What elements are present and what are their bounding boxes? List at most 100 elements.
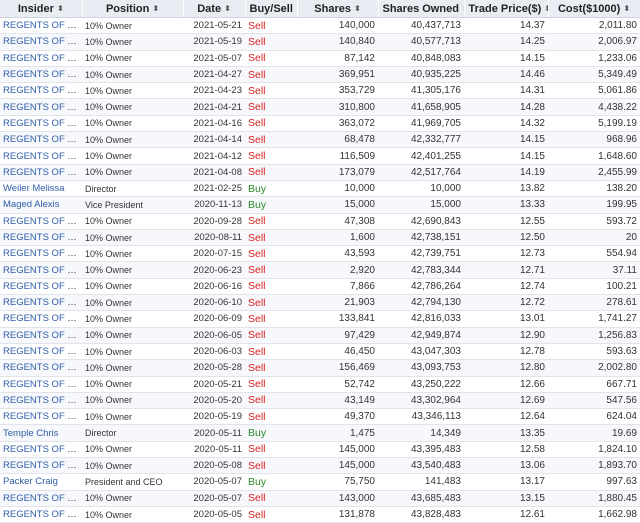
insider-link[interactable]: REGENTS OF THE... xyxy=(3,346,82,357)
table-row: REGENTS OF THE...10% Owner2021-05-21Sell… xyxy=(0,17,640,35)
cell-position: 10% Owner xyxy=(82,327,183,344)
cell-cost: 5,061.86 xyxy=(548,82,640,100)
table-row: REGENTS OF THE...10% Owner2020-06-10Sell… xyxy=(0,294,640,312)
column-header-trade-price[interactable]: Trade Price($)⬍ xyxy=(464,0,549,18)
insider-link[interactable]: REGENTS OF THE... xyxy=(3,85,82,96)
insider-link[interactable]: REGENTS OF THE... xyxy=(3,265,82,276)
cell-date: 2020-06-16 xyxy=(183,278,245,296)
cell-trade-price: 12.55 xyxy=(464,213,548,230)
cell-shares-owned: 40,935,225 xyxy=(378,66,464,84)
insider-link[interactable]: REGENTS OF THE... xyxy=(3,411,82,422)
table-row: REGENTS OF THE...10% Owner2021-05-19Sell… xyxy=(0,33,640,51)
cell-buy-sell: Sell xyxy=(245,278,297,296)
cell-shares: 1,475 xyxy=(297,424,378,442)
cell-date: 2020-08-11 xyxy=(183,229,245,247)
insider-link[interactable]: REGENTS OF THE... xyxy=(3,216,82,227)
cell-cost: 624.04 xyxy=(548,408,640,426)
insider-link[interactable]: REGENTS OF THE... xyxy=(3,53,82,64)
column-header-cost[interactable]: Cost($1000) ⬍ xyxy=(548,0,640,18)
cell-insider: REGENTS OF THE... xyxy=(0,82,82,100)
cell-shares-owned: 40,848,083 xyxy=(378,50,464,67)
cell-buy-sell: Sell xyxy=(245,98,297,116)
cell-trade-price: 13.06 xyxy=(464,457,548,475)
cell-insider: REGENTS OF THE... xyxy=(0,98,82,116)
cell-date: 2020-07-15 xyxy=(183,245,245,263)
insider-link[interactable]: REGENTS OF THE... xyxy=(3,330,82,341)
cell-shares: 75,750 xyxy=(297,473,378,491)
insider-link[interactable]: REGENTS OF THE... xyxy=(3,281,82,292)
table-row: REGENTS OF THE...10% Owner2021-04-14Sell… xyxy=(0,131,640,149)
insider-link[interactable]: Packer Craig xyxy=(3,476,58,487)
cell-cost: 547.56 xyxy=(548,392,640,410)
insider-link[interactable]: REGENTS OF THE... xyxy=(3,20,82,31)
insider-link[interactable]: Weiler Melissa xyxy=(3,183,65,194)
cell-cost: 278.61 xyxy=(548,294,640,312)
insider-link[interactable]: REGENTS OF THE... xyxy=(3,460,82,471)
table-row: REGENTS OF THE...10% Owner2020-05-21Sell… xyxy=(0,376,640,393)
insider-link[interactable]: REGENTS OF THE... xyxy=(3,248,82,259)
cell-trade-price: 13.35 xyxy=(464,424,548,442)
column-header-buy-sell[interactable]: Buy/Sell⬍ xyxy=(245,0,298,18)
insider-link[interactable]: REGENTS OF THE... xyxy=(3,118,82,129)
insider-link[interactable]: REGENTS OF THE... xyxy=(3,69,82,80)
cell-insider: REGENTS OF THE... xyxy=(0,506,82,523)
cell-position: 10% Owner xyxy=(82,294,183,312)
cell-date: 2021-05-19 xyxy=(183,33,245,51)
cell-trade-price: 12.58 xyxy=(464,441,548,459)
cell-insider: REGENTS OF THE... xyxy=(0,310,82,328)
cell-shares: 87,142 xyxy=(297,50,378,67)
insider-link[interactable]: REGENTS OF THE... xyxy=(3,362,82,373)
cell-date: 2021-05-21 xyxy=(183,17,245,35)
insider-link[interactable]: REGENTS OF THE... xyxy=(3,167,82,178)
insider-link[interactable]: REGENTS OF THE... xyxy=(3,493,82,504)
cell-buy-sell: Sell xyxy=(245,506,297,523)
column-header-shares-owned[interactable]: Shares Owned⬍ xyxy=(378,0,465,18)
insider-link[interactable]: REGENTS OF THE... xyxy=(3,509,82,520)
insider-link[interactable]: REGENTS OF THE... xyxy=(3,444,82,455)
insider-link[interactable]: REGENTS OF THE... xyxy=(3,313,82,324)
cell-insider: REGENTS OF THE... xyxy=(0,376,82,393)
cell-buy-sell: Sell xyxy=(245,147,297,165)
insider-link[interactable]: REGENTS OF THE... xyxy=(3,232,82,243)
cell-date: 2021-04-21 xyxy=(183,98,245,116)
column-header-date[interactable]: Date ⬍ xyxy=(183,0,246,18)
cell-date: 2021-04-16 xyxy=(183,115,245,133)
cell-shares-owned: 40,577,713 xyxy=(378,33,464,51)
insider-link[interactable]: REGENTS OF THE... xyxy=(3,395,82,406)
insider-link[interactable]: Maged Alexis xyxy=(3,199,60,210)
cell-insider: REGENTS OF THE... xyxy=(0,115,82,133)
cell-shares: 1,600 xyxy=(297,229,378,247)
cell-shares: 68,478 xyxy=(297,131,378,149)
cell-buy-sell: Sell xyxy=(245,408,297,426)
insider-link[interactable]: REGENTS OF THE... xyxy=(3,379,82,390)
table-row: REGENTS OF THE...10% Owner2020-05-08Sell… xyxy=(0,457,640,475)
cell-buy-sell: Sell xyxy=(245,343,297,361)
cell-buy-sell: Sell xyxy=(245,82,297,100)
cell-date: 2020-06-10 xyxy=(183,294,245,312)
insider-link[interactable]: Temple Chris xyxy=(3,428,58,439)
column-header-position[interactable]: Position ⬍ xyxy=(82,0,184,18)
cell-date: 2021-04-23 xyxy=(183,82,245,100)
cell-cost: 667.71 xyxy=(548,376,640,393)
cell-buy-sell: Sell xyxy=(245,490,297,507)
cell-shares: 43,593 xyxy=(297,245,378,263)
cell-cost: 5,199.19 xyxy=(548,115,640,133)
cell-buy-sell: Sell xyxy=(245,327,297,344)
table-row: REGENTS OF THE...10% Owner2021-05-07Sell… xyxy=(0,50,640,67)
insider-link[interactable]: REGENTS OF THE... xyxy=(3,151,82,162)
insider-link[interactable]: REGENTS OF THE... xyxy=(3,36,82,47)
cell-insider: REGENTS OF THE... xyxy=(0,359,82,377)
cell-date: 2020-05-20 xyxy=(183,392,245,410)
column-header-insider[interactable]: Insider ⬍ xyxy=(0,0,83,18)
insider-link[interactable]: REGENTS OF THE... xyxy=(3,134,82,145)
cell-cost: 1,824.10 xyxy=(548,441,640,459)
cell-shares-owned: 43,302,964 xyxy=(378,392,464,410)
cell-shares-owned: 43,395,483 xyxy=(378,441,464,459)
cell-position: 10% Owner xyxy=(82,98,183,116)
table-row: Maged Alexis Vice President 2020-11-13 Buy 1… xyxy=(0,196,640,214)
cell-shares: 131,878 xyxy=(297,506,378,523)
table-row: REGENTS OF THE...10% Owner2020-07-15Sell… xyxy=(0,245,640,263)
column-header-shares[interactable]: Shares ⬍ xyxy=(297,0,379,18)
insider-link[interactable]: REGENTS OF THE... xyxy=(3,297,82,308)
insider-link[interactable]: REGENTS OF THE... xyxy=(3,102,82,113)
